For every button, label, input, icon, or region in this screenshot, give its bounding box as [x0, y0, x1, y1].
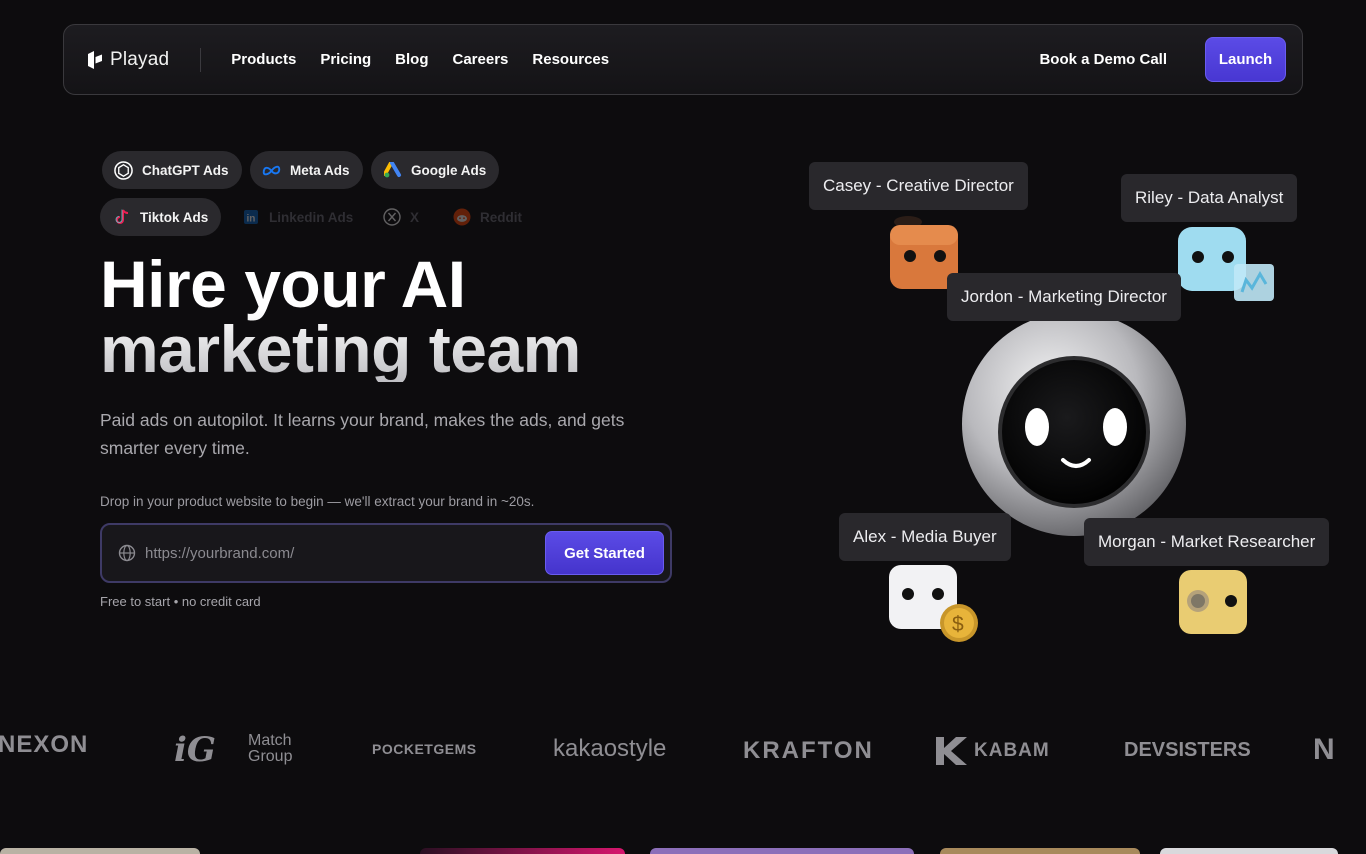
chip-label: ChatGPT Ads — [142, 162, 229, 178]
svg-text:iG: iG — [174, 730, 216, 769]
agent-tag-alex: Alex - Media Buyer — [839, 513, 1011, 561]
logo-text: Match Group — [248, 732, 293, 765]
agent-tag-riley: Riley - Data Analyst — [1121, 174, 1298, 222]
chip-label: Linkedin Ads — [269, 209, 354, 225]
riley-bot-icon — [1178, 227, 1274, 301]
get-started-button[interactable]: Get Started — [545, 531, 664, 575]
card-edge — [0, 848, 200, 854]
card-edge — [650, 848, 914, 854]
chip-linkedin-ads[interactable]: in Linkedin Ads — [229, 198, 366, 236]
logo-text: kakaostyle — [553, 735, 667, 762]
svg-text:in: in — [246, 214, 255, 225]
hero-title-line-1: Hire your AI — [100, 247, 466, 321]
nav-pricing[interactable]: Pricing — [320, 51, 371, 68]
card-edge — [1160, 848, 1338, 854]
jordon-robot-icon — [962, 312, 1186, 536]
logo-devsisters: DEVSISTERS — [1124, 739, 1251, 762]
logo-pocketgems: POCKETGEMS — [372, 741, 477, 757]
chip-x[interactable]: X — [370, 198, 432, 236]
meta-icon — [262, 161, 281, 180]
chip-label: Meta Ads — [290, 162, 350, 178]
hero-subtitle: Paid ads on autopilot. It learns your br… — [100, 410, 625, 458]
logo-krafton: KRAFTON — [743, 737, 874, 765]
nav-divider — [200, 47, 202, 72]
logo-match-group: iG Match Group — [174, 729, 300, 769]
chip-label: Reddit — [480, 209, 522, 225]
url-form: Get Started — [100, 523, 672, 583]
google-ads-icon — [383, 161, 402, 180]
nav-blog[interactable]: Blog — [395, 51, 428, 68]
linkedin-icon: in — [241, 208, 260, 227]
nav-resources[interactable]: Resources — [532, 51, 609, 68]
book-demo-link[interactable]: Book a Demo Call — [1039, 51, 1167, 68]
customer-logos: NEXON iG Match Group POCKETGEMS kakaosty… — [0, 715, 1366, 785]
logo-text: POCKETGEMS — [372, 741, 477, 757]
launch-button[interactable]: Launch — [1205, 37, 1286, 82]
nav-actions: Book a Demo Call Launch — [1039, 37, 1286, 82]
nav-links: Products Pricing Blog Careers Resources — [231, 51, 609, 68]
brand[interactable]: Playad — [88, 49, 169, 71]
chip-meta-ads[interactable]: Meta Ads — [250, 151, 363, 189]
url-hint: Drop in your product website to begin — … — [100, 494, 535, 509]
agent-tag-morgan: Morgan - Market Researcher — [1084, 518, 1330, 566]
alex-bot-icon: $ — [889, 565, 978, 642]
website-url-input[interactable] — [145, 544, 545, 562]
logo-text: NEXON — [0, 731, 89, 758]
chip-label: Tiktok Ads — [140, 209, 209, 225]
globe-icon — [118, 544, 136, 562]
chip-reddit[interactable]: Reddit — [440, 198, 535, 236]
hero-title: Hire your AI marketing team — [100, 252, 720, 382]
logo-text: N — [1313, 733, 1335, 766]
logo-text: DEVSISTERS — [1124, 739, 1251, 761]
x-icon — [382, 208, 401, 227]
logo-text: KABAM — [974, 740, 1050, 761]
chip-label: X — [410, 209, 420, 225]
reddit-icon — [452, 208, 471, 227]
top-nav: Playad Products Pricing Blog Careers Res… — [63, 24, 1303, 95]
morgan-bot-icon — [1179, 570, 1247, 634]
logo-partial: N — [1313, 733, 1335, 767]
chip-tiktok-ads[interactable]: Tiktok Ads — [100, 198, 222, 236]
svg-text:$: $ — [952, 613, 964, 636]
logo-kabam: KABAM — [934, 735, 1050, 767]
nav-products[interactable]: Products — [231, 51, 296, 68]
logo-nexon: NEXON — [0, 731, 88, 759]
tiktok-icon — [112, 208, 131, 227]
chatgpt-icon — [114, 160, 133, 180]
chip-google-ads[interactable]: Google Ads — [371, 151, 500, 189]
kabam-mark-icon — [936, 737, 967, 765]
free-note: Free to start • no credit card — [100, 594, 261, 609]
agent-tag-casey: Casey - Creative Director — [809, 162, 1028, 210]
chip-label: Google Ads — [411, 162, 487, 178]
hero-title-line-2: marketing team — [100, 312, 581, 386]
nav-careers[interactable]: Careers — [453, 51, 509, 68]
brand-name: Playad — [110, 48, 170, 70]
card-edge — [420, 848, 625, 854]
logo-text: KRAFTON — [743, 737, 874, 764]
match-group-mark-icon: iG — [174, 730, 216, 769]
playad-logo-icon — [88, 50, 102, 69]
chip-chatgpt-ads[interactable]: ChatGPT Ads — [102, 151, 242, 189]
agent-tag-jordon: Jordon - Marketing Director — [947, 273, 1181, 321]
logo-kakaostyle: kakaostyle — [553, 735, 666, 763]
card-edge — [940, 848, 1140, 854]
